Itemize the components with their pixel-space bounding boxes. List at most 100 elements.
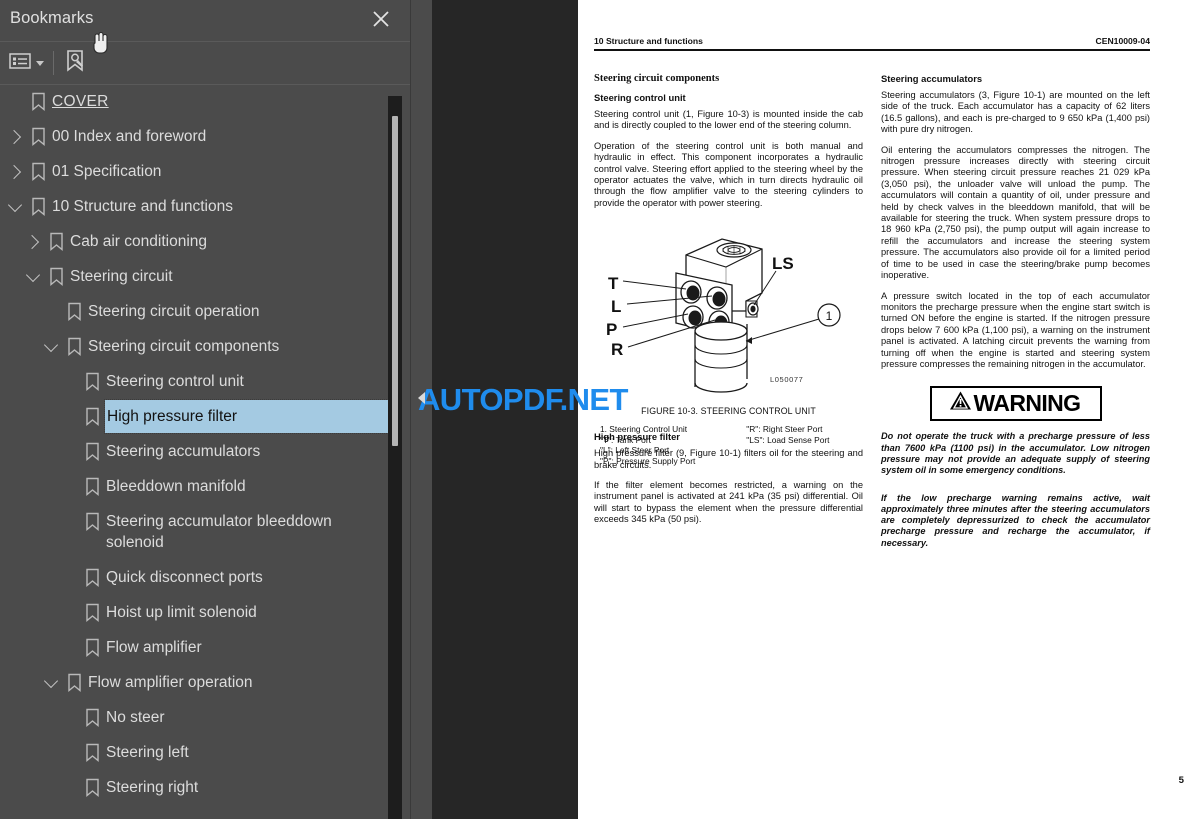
bookmark-item[interactable]: Flow amplifier [0,630,388,665]
page-columns: Steering circuit components Steering con… [594,73,1150,549]
svg-text:LS: LS [772,254,794,273]
chevron-right-icon[interactable] [22,224,44,259]
bookmarks-panel-title: Bookmarks [10,9,94,27]
bookmark-item[interactable]: 00 Index and foreword [0,119,388,154]
bookmark-item[interactable]: Steering circuit components [0,329,388,364]
twisty-spacer [40,294,62,329]
bookmark-icon [26,84,50,119]
chevron-right-icon[interactable] [4,119,26,154]
svg-text:R: R [611,340,623,359]
bookmarks-tree[interactable]: COVER 00 Index and foreword 01 Specificati… [0,84,388,819]
bookmark-label: No steer [106,709,165,726]
bookmarks-toolbar [0,42,410,85]
bookmark-icon [62,329,86,364]
twisty-spacer [58,700,80,735]
warning-label: WARNING [973,390,1082,417]
bookmark-label: Steering circuit [70,268,173,285]
bookmark-label: 01 Specification [52,163,162,180]
bookmark-label: Steering left [106,744,189,761]
twisty-spacer [58,595,80,630]
right-column: Steering accumulators Steering accumulat… [881,73,1150,549]
chevron-right-icon[interactable] [4,154,26,189]
legend-item: "L": Left Steer Port [600,445,670,456]
legend-item: 1. Steering Control Unit [600,424,688,435]
paragraph: A pressure switch located in the top of … [881,290,1150,369]
watermark-tick-icon [418,392,425,404]
svg-text:1: 1 [826,309,833,323]
twisty-spacer [58,735,80,770]
bookmark-label: Cab air conditioning [70,233,208,250]
legend-item: "R": Right Steer Port [746,424,823,435]
bookmark-label: COVER [52,93,109,110]
close-icon[interactable] [370,8,392,30]
twisty-spacer [4,84,26,119]
bookmark-icon [80,700,104,735]
find-bookmark-icon [63,49,87,78]
bookmark-item[interactable]: Steering right [0,770,388,805]
paragraph: If the filter element becomes restricted… [594,480,863,525]
svg-text:T: T [608,274,619,293]
bookmark-label: Steering accumulators [106,443,261,460]
pdf-page: 10 Structure and functions CEN10009-04 S… [578,0,1200,819]
twisty-spacer [58,770,80,805]
bookmark-item[interactable]: 01 Specification [0,154,388,189]
bookmark-label: 00 Index and foreword [52,128,207,145]
bookmark-item[interactable]: Steering control unit [0,364,388,399]
bookmark-item[interactable]: Quick disconnect ports [0,560,388,595]
bookmark-item[interactable]: Steering accumulators [0,434,388,469]
bookmark-icon [62,665,86,700]
page-header-right: CEN10009-04 [1095,36,1150,46]
warning-paragraph: If the low precharge warning remains act… [881,492,1150,548]
bookmark-item[interactable]: Steering circuit operation [0,294,388,329]
section-heading: Steering circuit components [594,73,720,84]
bookmark-icon [80,630,104,665]
chevron-down-icon[interactable] [40,665,62,700]
bookmark-label: Steering accumulator bleeddown solenoid [106,513,332,551]
bookmark-item[interactable]: 10 Structure and functions [0,189,388,224]
chevron-down-icon [36,60,44,66]
bookmark-item[interactable]: Hoist up limit solenoid [0,595,388,630]
legend-item: "LS": Load Sense Port [746,434,830,445]
bookmark-item[interactable]: Steering left [0,735,388,770]
bookmark-options-button[interactable] [9,49,44,77]
chevron-down-icon[interactable] [4,189,26,224]
bookmark-item[interactable]: Steering accumulator bleeddown solenoid [0,504,388,560]
bookmark-label: Steering circuit operation [88,303,260,320]
twisty-spacer [58,399,80,434]
bookmark-icon [44,224,68,259]
panel-divider[interactable] [410,0,433,819]
bookmark-icon [26,154,50,189]
chevron-down-icon[interactable] [40,329,62,364]
bookmark-icon [26,119,50,154]
toolbar-separator [53,51,54,75]
figure-steering-control-unit: T L P R LS 1 L050077 FIGURE 10-3. STEERI… [594,219,863,466]
bookmarks-panel: Bookmarks COVER 00 Index and foreword 01… [0,0,410,819]
steering-control-unit-drawing: T L P R LS 1 L050077 [606,238,841,393]
warning-banner: WARNING [929,386,1102,422]
bookmark-item[interactable]: Cab air conditioning [0,224,388,259]
bookmark-label: Flow amplifier operation [88,674,253,691]
bookmarks-scrollbar-thumb[interactable] [392,116,398,446]
find-bookmark-button[interactable] [63,49,87,77]
chevron-down-icon[interactable] [22,259,44,294]
bookmark-icon [80,399,104,434]
bookmark-item[interactable]: Flow amplifier operation [0,665,388,700]
svg-text:P: P [606,320,617,339]
bookmark-item[interactable]: COVER [0,84,388,119]
bookmark-label: Steering right [106,779,199,796]
figure-legend: 1. Steering Control Unit "T": Tank Port … [594,424,863,466]
bookmark-item[interactable]: High pressure filter [0,399,388,434]
pdf-page-viewer[interactable]: 10 Structure and functions CEN10009-04 S… [432,0,1200,819]
twisty-spacer [58,364,80,399]
bookmark-item[interactable]: No steer [0,700,388,735]
bookmark-label: Hoist up limit solenoid [106,604,257,621]
bookmark-icon [44,259,68,294]
twisty-spacer [58,504,80,539]
bookmarks-panel-header: Bookmarks [0,0,410,42]
bookmark-label: Bleeddown manifold [106,478,246,495]
bookmark-icon [80,595,104,630]
bookmark-icon [62,294,86,329]
bookmark-item[interactable]: Steering circuit [0,259,388,294]
bookmark-icon [80,770,104,805]
bookmark-item[interactable]: Bleeddown manifold [0,469,388,504]
